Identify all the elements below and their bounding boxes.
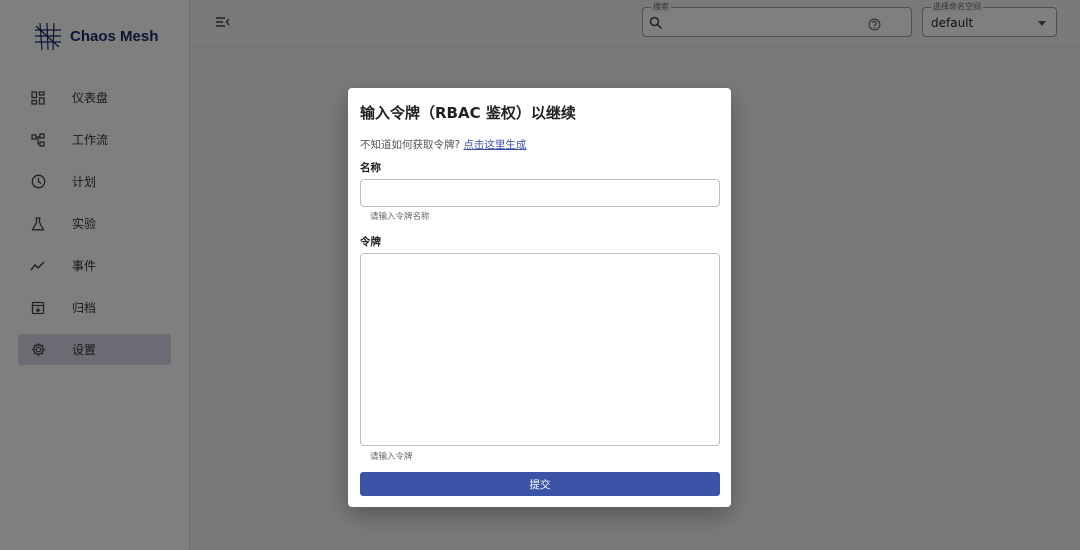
hint-text: 不知道如何获取令牌? (360, 139, 461, 151)
submit-button[interactable]: 提交 (360, 472, 720, 496)
dialog-hint: 不知道如何获取令牌? 点击这里生成 (360, 137, 526, 152)
token-helper: 请输入令牌 (370, 452, 413, 462)
token-name-field[interactable] (360, 179, 720, 207)
token-field[interactable] (360, 253, 720, 446)
generate-token-link[interactable]: 点击这里生成 (463, 139, 526, 151)
name-label: 名称 (360, 162, 381, 174)
token-dialog: 输入令牌（RBAC 鉴权）以继续 不知道如何获取令牌? 点击这里生成 名称 请输… (348, 88, 731, 507)
token-label: 令牌 (360, 236, 381, 248)
token-name-helper: 请输入令牌名称 (370, 212, 430, 222)
dialog-title: 输入令牌（RBAC 鉴权）以继续 (360, 104, 576, 122)
